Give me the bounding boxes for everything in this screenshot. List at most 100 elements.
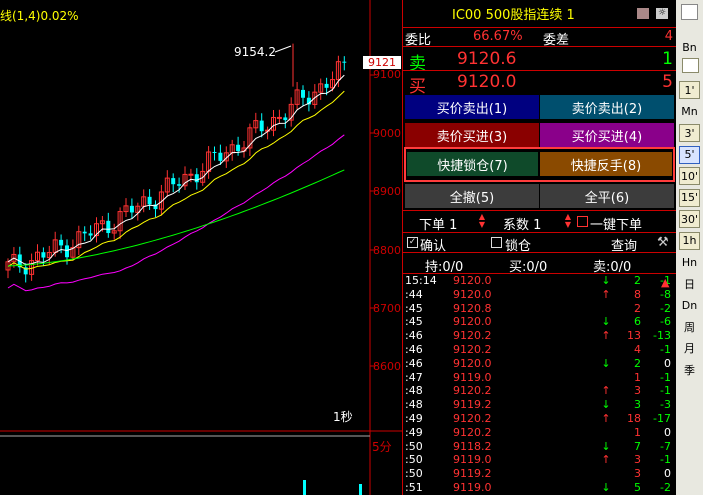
candle-body [236,144,241,152]
tick-price: 9120.2 [453,425,492,439]
tick-price: 9120.2 [453,329,492,343]
price-axis-label: 8600 [373,360,401,373]
scroll-up-icon[interactable]: ▲ [661,276,669,289]
high-price-label: 9154.2 [234,45,276,59]
candle-body [342,61,347,63]
candle-body [171,178,176,185]
tools-icon[interactable]: ⚒ [657,235,669,250]
candle-body [82,231,87,234]
candle-body [276,116,282,119]
quick-lock-button[interactable]: 快捷锁仓(7) [407,152,538,176]
period-button[interactable]: 15' [679,188,700,207]
buy-at-bid-button[interactable]: 买价买进(4) [540,123,674,147]
factor-stepper-icon[interactable]: ▲ ▼ [563,213,573,230]
tick-row: :50 9118.2 ↓ 7 -7 [403,440,676,454]
contract-title: IC00 500股指连续 1 [452,8,575,23]
period-button[interactable]: 日 [679,275,700,293]
tick-price: 9118.2 [453,439,492,453]
quick-reverse-button[interactable]: 快捷反手(8) [540,152,672,176]
order-qty-field[interactable]: 下单 1 [419,214,457,233]
tick-volume: 5 [634,481,641,494]
tick-volume: 4 [634,343,641,356]
tick-oi-change: -3 [660,398,671,412]
buy-position: 买:0/0 [509,260,548,275]
tick-row: :46 9120.0 ↓ 2 0 [403,357,676,371]
period-label-volume: 5分 [372,440,392,454]
tick-time: :47 [405,370,423,384]
tick-volume: 3 [634,467,641,481]
tick-price: 9119.2 [453,467,492,481]
candle-body [301,89,305,98]
factor-field[interactable]: 系数 1 [503,214,541,233]
tick-oi-change: -2 [660,481,671,494]
tick-volume: 1 [634,425,641,439]
tick-oi-change: 0 [664,356,671,370]
tick-list[interactable]: 15:14 9120.0 ↓ 2 -1:44 9120.0 ↑ 8 -8:45 9120.8 2 -2… [403,274,676,495]
period-button[interactable]: Bn [679,38,700,56]
buy-at-ask-button[interactable]: 卖价买进(3) [405,123,539,147]
period-button[interactable]: 10' [679,167,700,185]
tick-oi-change: -8 [660,287,671,301]
order-qty-row: 下单 1 ▲ ▼ 系数 1 ▲ ▼ 一键下单 [403,210,676,233]
ma20-line [7,134,345,292]
lock-icon[interactable] [637,8,649,19]
period-button[interactable]: 周 [679,318,700,336]
tick-time: :45 [405,301,423,315]
tick-oi-change: -17 [653,412,671,425]
ask-row[interactable]: 卖 9120.6 1 [403,46,676,74]
one-click-checkbox[interactable] [577,216,588,227]
period-button[interactable]: Dn [679,296,700,314]
candle-body [259,120,264,132]
bid-row[interactable]: 买 9120.0 5 [403,70,676,97]
tick-time: :49 [405,412,423,425]
candle-body [218,152,223,161]
tick-oi-change: -1 [660,384,671,398]
kline-chart[interactable]: 线(1,4)0.02% 9154.2 9121 9100 9000 8900 8800… [0,0,402,495]
close-all-button[interactable]: 全平(6) [540,184,674,208]
window-icon[interactable] [681,4,698,20]
confirm-checkbox[interactable]: ✓ [407,237,418,248]
cancel-all-button[interactable]: 全撤(5) [405,184,539,208]
tick-volume: 3 [634,453,641,467]
period-button[interactable]: 季 [679,361,700,379]
sell-at-bid-button[interactable]: 卖价卖出(2) [540,95,674,119]
tick-time: :50 [405,467,423,481]
sell-at-ask-button[interactable]: 买价卖出(1) [405,95,539,119]
period-button[interactable]: 1' [679,81,700,99]
tick-time: :48 [405,398,423,412]
tick-oi-change: -1 [660,453,671,467]
tick-row: :44 9120.0 ↑ 8 -8 [403,288,676,302]
tick-row: :50 9119.0 ↑ 3 -1 [403,453,676,467]
period-button[interactable]: 月 [679,339,700,357]
tick-volume: 7 [634,439,641,453]
volume-bar [359,484,362,495]
period-button[interactable]: Hn [679,253,700,271]
tick-volume: 6 [634,315,641,329]
tick-time: 15:14 [405,274,437,287]
buy-price: 9120.0 [457,72,517,92]
price-axis-label: 9000 [373,127,401,140]
tick-price: 9120.0 [453,315,492,329]
indicator-label: 线(1,4)0.02% [0,9,79,23]
period-button[interactable]: 30' [679,210,700,228]
tick-price: 9120.0 [453,287,492,301]
settings-icon[interactable]: ☼ [656,8,668,19]
tick-volume: 3 [634,398,641,412]
period-button[interactable]: Mn [679,103,700,121]
candle-body [41,252,46,258]
tick-time: :50 [405,439,423,453]
tick-price: 9119.0 [453,370,492,384]
tick-row: :46 9120.2 4 -1 [403,343,676,357]
candle-body [212,152,217,154]
order-qty-stepper-icon[interactable]: ▲ ▼ [477,213,487,230]
lock-checkbox[interactable] [491,237,502,248]
candle-body [188,173,194,176]
chart-type-icon[interactable] [682,58,699,73]
price-axis-label: 8800 [373,244,401,257]
tick-time: :49 [405,425,423,439]
period-button[interactable]: 1h [679,231,700,250]
sell-qty: 1 [662,49,673,69]
buy-qty: 5 [662,72,673,92]
period-button[interactable]: 5' [679,145,700,164]
period-button[interactable]: 3' [679,124,700,142]
